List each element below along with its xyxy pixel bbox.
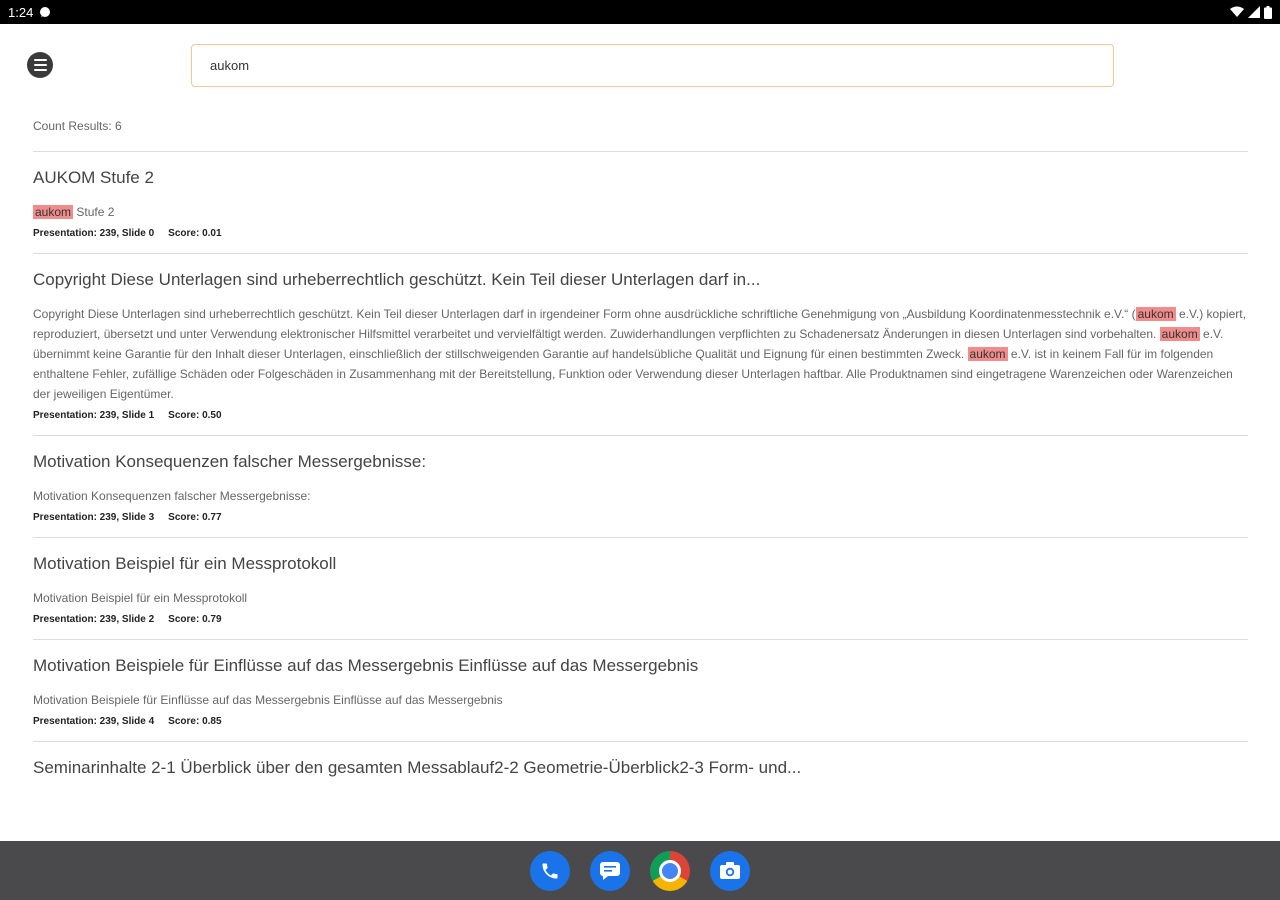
highlighted-term: aukom [33,205,74,219]
messages-app-icon[interactable] [590,850,630,891]
notification-icon [39,6,51,18]
result-snippet: Copyright Diese Unterlagen sind urheberr… [33,304,1248,404]
result-item[interactable]: Motivation Beispiele für Einflüsse auf d… [33,639,1248,741]
results-count: Count Results: 6 [33,119,122,133]
camera-app-icon[interactable] [710,850,750,891]
result-presentation: Presentation: 239, Slide 2 [33,614,155,625]
result-presentation: Presentation: 239, Slide 4 [33,716,155,727]
snippet-text: Motivation Beispiel für ein Messprotokol… [33,591,248,605]
result-meta: Presentation: 239, Slide 3 Score: 0.77 [33,512,1248,523]
result-meta: Presentation: 239, Slide 2 Score: 0.79 [33,614,1248,625]
result-title: Seminarinhalte 2-1 Überblick über den ge… [33,758,802,777]
menu-icon-line [33,59,47,61]
result-title: Motivation Beispiel für ein Messprotokol… [33,554,337,573]
result-presentation: Presentation: 239, Slide 0 [33,228,155,239]
result-meta: Presentation: 239, Slide 0 Score: 0.01 [33,228,1248,239]
battery-icon [1264,5,1272,19]
chrome-app-icon[interactable] [650,850,690,891]
result-item[interactable]: Seminarinhalte 2-1 Überblick über den ge… [33,741,1248,792]
result-title: Motivation Konsequenzen falscher Messerg… [33,452,427,471]
result-item[interactable]: Copyright Diese Unterlagen sind urheberr… [33,253,1248,435]
result-item[interactable]: Motivation Beispiel für ein Messprotokol… [33,537,1248,639]
result-snippet: Motivation Beispiele für Einflüsse auf d… [33,690,1248,710]
result-title: Copyright Diese Unterlagen sind urheberr… [33,270,761,289]
result-item[interactable]: AUKOM Stufe 2 aukom Stufe 2 Presentation: … [33,151,1248,253]
menu-icon-line [33,69,47,71]
status-time: 1:24 [8,4,34,20]
navigation-bar [0,841,1280,900]
status-bar: 1:24 [0,0,1280,24]
menu-icon-line [33,64,47,66]
snippet-text: Motivation Konsequenzen falscher Messerg… [33,489,311,503]
phone-app-icon[interactable] [530,850,570,891]
result-presentation: Presentation: 239, Slide 1 [33,410,155,421]
highlighted-term: aukom [1135,307,1176,321]
result-score: Score: 0.77 [168,512,222,523]
result-score: Score: 0.01 [168,228,222,239]
result-title: Motivation Beispiele für Einflüsse auf d… [33,656,699,675]
snippet-text: Copyright Diese Unterlagen sind urheberr… [33,307,1136,321]
highlighted-term: aukom [1159,327,1200,341]
menu-button[interactable] [27,52,53,78]
result-meta: Presentation: 239, Slide 1 Score: 0.50 [33,410,1248,421]
snippet-text: Motivation Beispiele für Einflüsse auf d… [33,693,503,707]
search-box[interactable] [191,44,1114,87]
snippet-text: Stufe 2 [73,205,115,219]
result-snippet: Motivation Beispiel für ein Messprotokol… [33,588,1248,608]
result-score: Score: 0.85 [168,716,222,727]
highlighted-term: aukom [967,347,1008,361]
result-snippet: aukom Stufe 2 [33,202,1248,222]
result-snippet: Motivation Konsequenzen falscher Messerg… [33,486,1248,506]
wifi-icon [1230,6,1244,18]
signal-icon [1248,6,1260,18]
result-title: AUKOM Stufe 2 [33,168,154,187]
results-list: AUKOM Stufe 2 aukom Stufe 2 Presentation: … [33,151,1248,792]
result-presentation: Presentation: 239, Slide 3 [33,512,155,523]
result-score: Score: 0.79 [168,614,222,625]
result-item[interactable]: Motivation Konsequenzen falscher Messerg… [33,435,1248,537]
result-score: Score: 0.50 [168,410,222,421]
result-meta: Presentation: 239, Slide 4 Score: 0.85 [33,716,1248,727]
search-input[interactable] [210,58,1095,73]
